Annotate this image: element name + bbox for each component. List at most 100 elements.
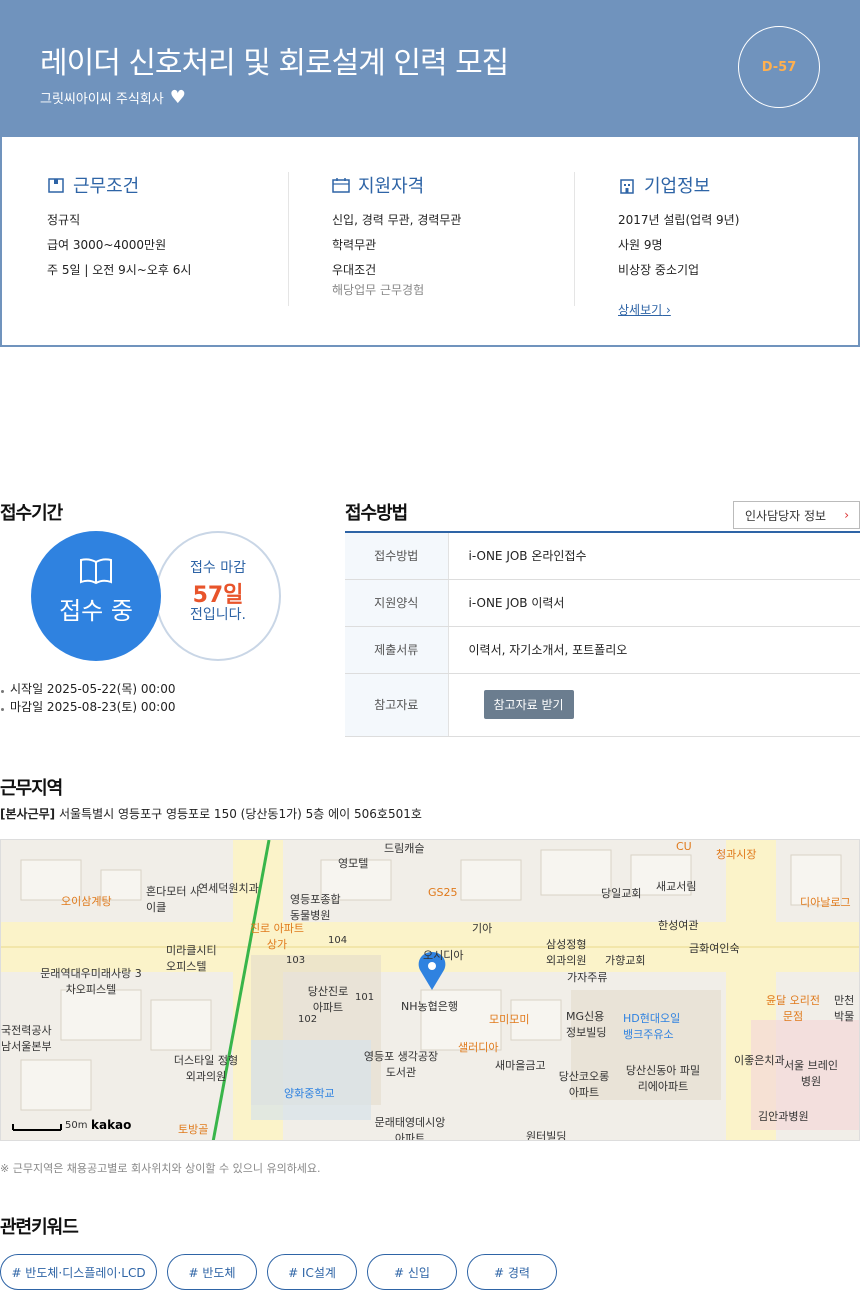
map-label: 새교서림 <box>656 880 697 893</box>
map-label: NH농협은행 <box>401 1000 458 1013</box>
chevron-right-icon: › <box>844 508 849 522</box>
map-label: 한성여관 <box>658 919 699 932</box>
calendar-icon <box>332 178 350 193</box>
conditions-heading: 근무조건 <box>47 172 277 198</box>
map-label: 오이삼계탕 <box>61 895 112 908</box>
keywords-title: 관련키워드 <box>0 1217 79 1238</box>
map-label: 삼성정형 외과의원 <box>546 938 587 967</box>
map-label: 당산진로 아파트 <box>307 985 349 1014</box>
map-label: 드림캐슬 <box>384 842 425 855</box>
map-label: 원터빌딩 <box>526 1130 567 1141</box>
map-label: 디아날로그 <box>800 896 851 909</box>
status-circle: 접수 중 <box>31 531 161 661</box>
deadline-circle: 접수 마감 57일 전입니다. <box>155 531 281 661</box>
book-icon <box>80 558 112 585</box>
dday-badge: D-57 <box>738 26 820 108</box>
map-label: 연세덕원치과 <box>198 882 259 895</box>
job-title: 레이더 신호처리 및 회로설계 인력 모집 <box>40 46 509 81</box>
company-info-title: 기업정보 <box>644 176 711 197</box>
preferred-label: 우대조건 <box>332 263 377 277</box>
keyword-chip[interactable]: # IC설계 <box>267 1254 357 1290</box>
map-label: 김안과병원 <box>758 1110 809 1123</box>
qualifications-col: 지원자격 신입, 경력 무관, 경력무관 학력무관 우대조건 해당업무 근무경험 <box>332 172 562 306</box>
map-label: 서울 브레인병원 <box>783 1059 839 1088</box>
keyword-chip[interactable]: # 반도체·디스플레이·LCD <box>0 1254 157 1290</box>
keyword-chip[interactable]: # 신입 <box>367 1254 457 1290</box>
address-line: [본사근무] 서울특별시 영등포구 영등포로 150 (당산동1가) 5층 에이… <box>0 805 422 822</box>
map-label: 101 <box>355 992 375 1003</box>
map-label: 샐러디아 <box>458 1041 499 1054</box>
map-label: 양화중학교 <box>284 1087 335 1100</box>
method-title: 접수방법 <box>345 503 408 524</box>
map-label: 미라클시티 오피스텔 <box>166 944 217 973</box>
map-label: 당일교회 <box>601 887 642 900</box>
map-label: 새마을금고 <box>495 1059 546 1072</box>
map-label: 토방골 <box>178 1123 209 1136</box>
row-value: i-ONE JOB 온라인접수 <box>448 532 860 580</box>
map-label: 영등포종합 동물병원 <box>290 893 341 922</box>
work-hours: 주 5일 | 오전 9시~오후 6시 <box>47 263 192 277</box>
map-label: 문래태영데시앙 아파트 <box>374 1116 446 1141</box>
map-label: 오시디아 <box>423 949 464 962</box>
map-label: MG신용 정보빌딩 <box>566 1010 607 1039</box>
map-label: 당산코오롱 아파트 <box>558 1070 610 1099</box>
map-label: 영등포 생각공장도서관 <box>363 1050 439 1079</box>
location-note: ※ 근무지역은 채용공고별로 회사위치와 상이할 수 있으니 유의하세요. <box>0 1162 321 1175</box>
map-logo: kakao <box>91 1118 132 1132</box>
table-row: 접수방법 i-ONE JOB 온라인접수 <box>345 532 860 580</box>
company-name[interactable]: 그릿씨아이씨 주식회사 <box>40 88 164 107</box>
employees: 사원 9명 <box>618 238 663 252</box>
map-label: 만천 박물 <box>834 994 855 1023</box>
founded: 2017년 설립(업력 9년) <box>618 213 740 227</box>
map-label: 당산신동아 파밀리에아파트 <box>625 1064 701 1093</box>
chevron-right-icon: › <box>666 303 671 317</box>
map-label: 금화여인숙 <box>689 942 740 955</box>
company-info-heading: 기업정보 <box>618 172 848 198</box>
status-text: 접수 중 <box>59 597 133 625</box>
qualifications-heading: 지원자격 <box>332 172 562 198</box>
date-list: 시작일 2025-05-22(목) 00:00 마감일 2025-08-23(토… <box>0 680 175 716</box>
divider <box>574 172 575 306</box>
row-value: i-ONE JOB 이력서 <box>448 579 860 627</box>
period-title: 접수기간 <box>0 503 63 524</box>
conditions-col: 근무조건 정규직 급여 3000~4000만원 주 5일 | 오전 9시~오후 … <box>47 172 277 306</box>
map-label: 진로 아파트상가 <box>249 922 305 951</box>
row-key: 접수방법 <box>345 532 449 580</box>
map-label: 104 <box>328 935 348 946</box>
map[interactable]: 드림캐슬 영모텔 혼다모터 사이클 연세덕원치과 영등포종합 동물병원 GS25… <box>0 839 860 1141</box>
keyword-chip[interactable]: # 경력 <box>467 1254 557 1290</box>
map-label: 청과시장 <box>716 848 757 861</box>
conditions-title: 근무조건 <box>73 176 140 197</box>
download-reference-button[interactable]: 참고자료 받기 <box>483 690 574 719</box>
map-label: 더스타일 정형외과의원 <box>173 1054 239 1083</box>
hr-contact-button[interactable]: 인사담당자 정보 › <box>733 501 860 529</box>
hr-contact-label: 인사담당자 정보 <box>745 508 827 523</box>
company-row: 그릿씨아이씨 주식회사 ♥ <box>40 88 186 107</box>
company-detail-link[interactable]: 상세보기 › <box>618 301 671 318</box>
company-type: 비상장 중소기업 <box>618 263 700 277</box>
location-title: 근무지역 <box>0 778 63 799</box>
row-value: 참고자료 받기 <box>448 673 860 737</box>
table-row: 제출서류 이력서, 자기소개서, 포트폴리오 <box>345 626 860 674</box>
table-row: 지원양식 i-ONE JOB 이력서 <box>345 579 860 627</box>
map-label: 102 <box>298 1014 318 1025</box>
map-label: 가자주류 <box>567 971 608 984</box>
map-label: 모미모미 <box>489 1013 530 1026</box>
education-req: 학력무관 <box>332 238 377 252</box>
map-label: GS25 <box>428 886 458 899</box>
map-label: CU <box>676 840 692 853</box>
table-row: 참고자료 참고자료 받기 <box>345 673 860 737</box>
map-label: 가향교회 <box>605 954 646 967</box>
job-summary: 근무조건 정규직 급여 3000~4000만원 주 5일 | 오전 9시~오후 … <box>0 137 860 347</box>
address-tag: [본사근무] <box>0 807 56 821</box>
row-key: 참고자료 <box>345 673 449 737</box>
keyword-chip[interactable]: # 반도체 <box>167 1254 257 1290</box>
company-info-col: 기업정보 2017년 설립(업력 9년) 사원 9명 비상장 중소기업 상세보기… <box>618 172 848 317</box>
company-detail-label: 상세보기 <box>618 303 663 317</box>
map-label: 영모텔 <box>338 857 369 870</box>
map-label: 혼다모터 사이클 <box>146 885 201 914</box>
map-label: 기아 <box>472 922 493 935</box>
qualifications-title: 지원자격 <box>358 176 425 197</box>
heart-icon[interactable]: ♥ <box>170 88 186 106</box>
map-label: HD현대오일 뱅크주유소 <box>623 1012 681 1041</box>
